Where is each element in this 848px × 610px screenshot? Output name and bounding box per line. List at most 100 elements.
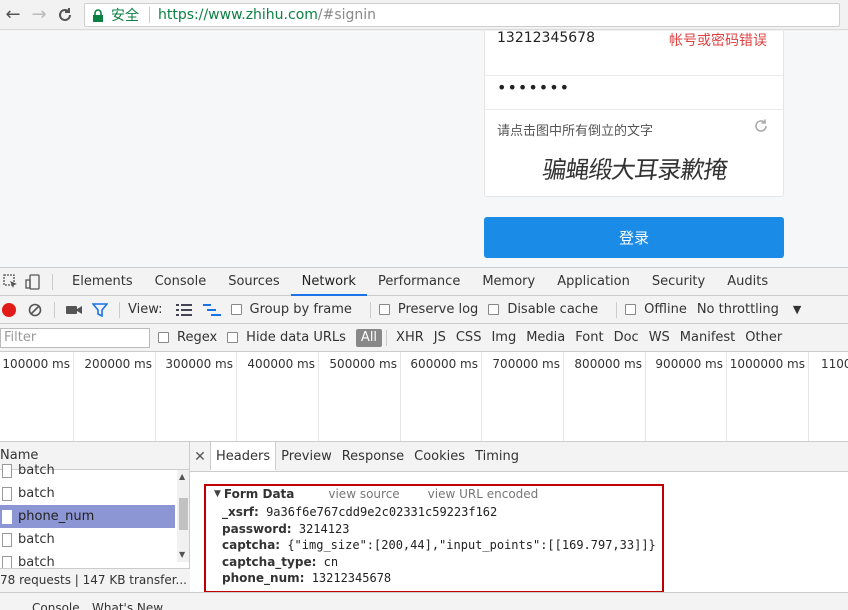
file-icon: [2, 463, 12, 478]
close-icon[interactable]: ✕: [190, 449, 210, 465]
drawer-tab-whats-new[interactable]: What's New: [92, 601, 163, 610]
throttling-value: No throttling: [696, 302, 779, 317]
type-filter-other[interactable]: Other: [740, 329, 787, 347]
request-row[interactable]: batch: [0, 528, 189, 551]
request-row[interactable]: batch: [0, 482, 189, 505]
tab-performance[interactable]: Performance: [367, 268, 471, 296]
field-key: captcha:: [222, 538, 281, 552]
regex-checkbox[interactable]: Regex: [158, 330, 217, 345]
field-key: captcha_type:: [222, 554, 317, 569]
browser-toolbar: ← → 安全 https://www.zhihu.com/#signin: [0, 0, 848, 30]
view-source-link[interactable]: view source: [328, 487, 399, 501]
file-icon: [2, 509, 12, 524]
type-filter-xhr[interactable]: XHR: [391, 329, 429, 347]
filter-icon[interactable]: [89, 299, 111, 321]
checkbox[interactable]: [378, 304, 390, 315]
forward-button[interactable]: →: [26, 0, 52, 30]
timeline-tick: 800000 ms: [564, 352, 646, 441]
phone-field[interactable]: 13212345678 帐号或密码错误: [485, 31, 783, 76]
tab-cookies[interactable]: Cookies: [409, 442, 470, 471]
view-url-encoded-link[interactable]: view URL encoded: [428, 487, 539, 501]
divider: [54, 301, 55, 318]
divider: [119, 301, 120, 318]
password-field[interactable]: •••••••: [485, 76, 783, 110]
tab-application[interactable]: Application: [546, 268, 641, 296]
form-data-highlight: ▼ Form Data view source view URL encoded…: [204, 484, 664, 593]
chevron-down-icon: ▼: [792, 303, 802, 316]
filter-input[interactable]: [0, 327, 150, 348]
checkbox[interactable]: [488, 304, 500, 315]
checkbox[interactable]: [625, 304, 637, 315]
tab-headers[interactable]: Headers: [210, 442, 277, 471]
filter-bar: Regex Hide data URLs All XHR JS CSS Img …: [0, 324, 848, 352]
camera-icon[interactable]: [63, 299, 85, 321]
device-toolbar-icon[interactable]: [22, 271, 44, 293]
captcha-image[interactable]: 骗蝇缎大耳录歉掩: [541, 150, 730, 185]
timeline-tick: 500000 ms: [319, 352, 401, 441]
tab-security[interactable]: Security: [641, 268, 716, 296]
record-button[interactable]: [2, 302, 16, 317]
timeline-tick: 300000 ms: [156, 352, 237, 441]
type-filter-img[interactable]: Img: [486, 329, 521, 347]
reload-button[interactable]: [52, 0, 78, 30]
tab-sources[interactable]: Sources: [217, 268, 290, 296]
arrow-left-icon: ←: [5, 4, 21, 25]
type-filter-media[interactable]: Media: [521, 329, 570, 347]
waterfall-view-icon[interactable]: [201, 299, 223, 321]
type-filter-ws[interactable]: WS: [644, 329, 675, 347]
field-value: 3214123: [298, 521, 350, 536]
scrollbar-thumb[interactable]: [179, 498, 188, 530]
type-filter-font[interactable]: Font: [570, 329, 608, 347]
phone-input-value: 13212345678: [497, 31, 595, 46]
checkbox[interactable]: [158, 332, 169, 343]
scroll-up-icon[interactable]: ▲: [179, 472, 185, 481]
form-field: captcha_type: cn: [222, 554, 656, 571]
back-button[interactable]: ←: [0, 0, 26, 30]
tab-memory[interactable]: Memory: [471, 268, 546, 296]
type-filter-manifest[interactable]: Manifest: [675, 329, 740, 347]
list-view-icon[interactable]: [173, 299, 195, 321]
refresh-captcha-icon[interactable]: [753, 118, 771, 136]
clear-icon[interactable]: [24, 299, 46, 321]
request-row-selected[interactable]: phone_num: [0, 505, 175, 528]
type-filter-js[interactable]: JS: [429, 329, 451, 347]
hide-data-urls-checkbox[interactable]: Hide data URLs: [227, 330, 346, 345]
type-filter-css[interactable]: CSS: [451, 329, 487, 347]
form-data-header[interactable]: ▼ Form Data view source view URL encoded: [214, 487, 538, 501]
tab-timing[interactable]: Timing: [470, 442, 524, 471]
throttling-select[interactable]: No throttling ▼: [697, 302, 802, 317]
address-bar[interactable]: 安全 https://www.zhihu.com/#signin: [84, 3, 840, 27]
divider: [52, 273, 53, 290]
form-data-fields: _xsrf: 9a36f6e767cdd9e2c02331c59223f162 …: [222, 504, 656, 587]
form-field: captcha: {"img_size":[200,44],"input_poi…: [222, 537, 656, 554]
lock-icon: [91, 8, 105, 22]
preserve-log-checkbox[interactable]: Preserve log: [378, 302, 478, 317]
request-detail-panel: ✕ Headers Preview Response Cookies Timin…: [190, 442, 848, 610]
group-by-frame-checkbox[interactable]: Group by frame: [230, 302, 352, 317]
field-value: 9a36f6e767cdd9e2c02331c59223f162: [266, 505, 498, 519]
type-filter-doc[interactable]: Doc: [609, 329, 644, 347]
checkbox[interactable]: [230, 304, 242, 315]
drawer-tab-console[interactable]: Console: [32, 601, 80, 610]
field-value: 13212345678: [311, 571, 392, 585]
timeline-overview[interactable]: 100000 ms 200000 ms 300000 ms 400000 ms …: [0, 352, 848, 442]
type-filter-all[interactable]: All: [355, 328, 383, 347]
tab-response[interactable]: Response: [337, 442, 409, 471]
offline-label: Offline: [644, 302, 687, 317]
group-by-frame-label: Group by frame: [249, 302, 352, 317]
request-name: phone_num: [18, 509, 95, 524]
login-button[interactable]: 登录: [484, 217, 784, 258]
tab-elements[interactable]: Elements: [61, 268, 144, 296]
request-row[interactable]: batch: [0, 459, 189, 482]
offline-checkbox[interactable]: Offline: [625, 302, 687, 317]
tab-console[interactable]: Console: [144, 268, 218, 296]
tab-network[interactable]: Network: [290, 268, 367, 296]
timeline-tick: 200000 ms: [74, 352, 156, 441]
scroll-down-icon[interactable]: ▼: [179, 550, 185, 559]
tab-preview[interactable]: Preview: [276, 442, 337, 471]
disable-cache-checkbox[interactable]: Disable cache: [488, 302, 598, 317]
tab-audits[interactable]: Audits: [716, 268, 779, 296]
checkbox[interactable]: [227, 332, 239, 343]
arrow-right-icon: →: [31, 4, 47, 25]
inspect-element-icon[interactable]: [0, 271, 22, 293]
